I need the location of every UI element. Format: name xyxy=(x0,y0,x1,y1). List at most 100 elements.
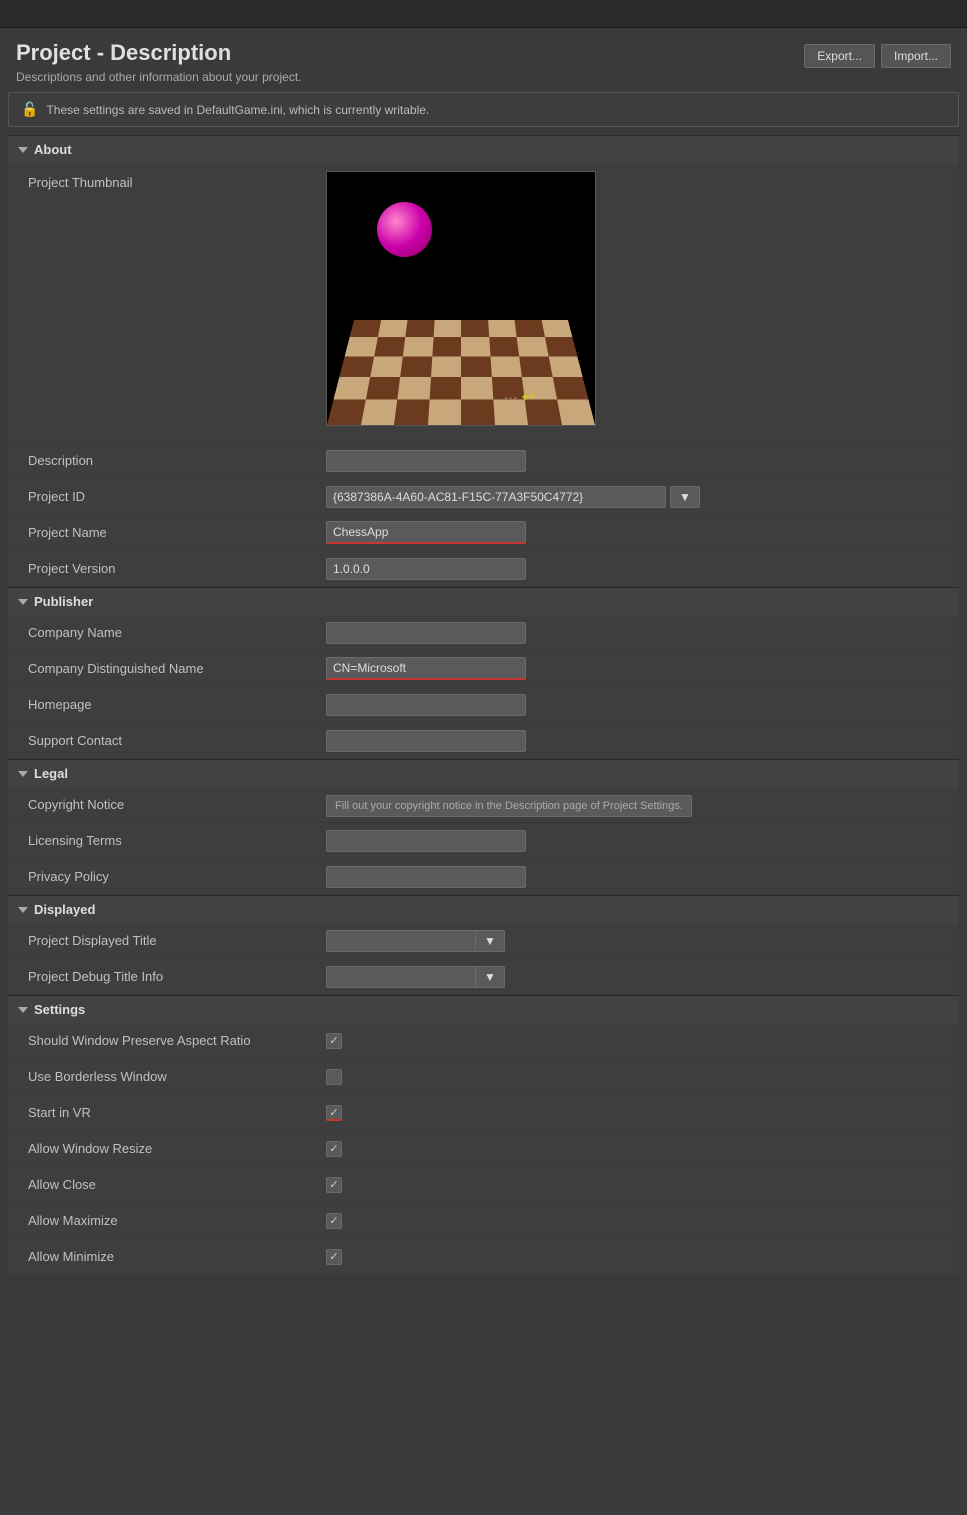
allow-maximize-label: Allow Maximize xyxy=(8,1209,318,1232)
allow-maximize-checkbox[interactable] xyxy=(326,1213,342,1229)
thumbnail-content: ··· ↩ xyxy=(318,163,959,434)
allow-window-resize-checkbox-wrap xyxy=(326,1141,951,1157)
preserve-aspect-ratio-checkbox-wrap xyxy=(326,1033,951,1049)
section-displayed: Displayed Project Displayed Title ▼ Proj… xyxy=(8,895,959,995)
chess-cell xyxy=(552,377,588,400)
thumbnail-controls: ··· ↩ xyxy=(504,387,535,407)
chess-cell xyxy=(432,338,461,357)
section-publisher-body: Company Name Company Distinguished Name … xyxy=(8,615,959,759)
thumbnail-refresh-icon[interactable]: ↩ xyxy=(522,387,535,407)
section-settings-label: Settings xyxy=(34,1002,85,1017)
section-settings: Settings Should Window Preserve Aspect R… xyxy=(8,995,959,1275)
chess-cell xyxy=(365,377,400,400)
chess-cell xyxy=(377,320,407,337)
section-legal-header[interactable]: Legal xyxy=(8,760,959,787)
support-contact-input[interactable] xyxy=(326,730,526,752)
lock-icon: 🔓 xyxy=(21,101,38,118)
start-in-vr-checkbox[interactable] xyxy=(326,1105,342,1121)
description-value xyxy=(318,448,959,474)
thumbnail-dots-button[interactable]: ··· xyxy=(504,389,518,405)
thumbnail-row: Project Thumbnail xyxy=(8,163,959,443)
allow-minimize-checkbox[interactable] xyxy=(326,1249,342,1265)
section-publisher-header[interactable]: Publisher xyxy=(8,588,959,615)
thumbnail-image[interactable]: ··· ↩ xyxy=(326,171,596,426)
company-name-input[interactable] xyxy=(326,622,526,644)
section-about-header[interactable]: About xyxy=(8,136,959,163)
start-in-vr-value xyxy=(318,1103,959,1123)
project-debug-title-value: ▼ xyxy=(318,964,959,990)
chess-cell xyxy=(461,400,495,425)
company-name-label: Company Name xyxy=(8,621,318,644)
preserve-aspect-ratio-checkbox[interactable] xyxy=(326,1033,342,1049)
project-name-input[interactable] xyxy=(326,521,526,544)
chess-cell xyxy=(429,377,461,400)
homepage-row: Homepage xyxy=(8,687,959,723)
borderless-window-label: Use Borderless Window xyxy=(8,1065,318,1088)
privacy-policy-input[interactable] xyxy=(326,866,526,888)
homepage-input[interactable] xyxy=(326,694,526,716)
project-id-wrap: ▼ xyxy=(326,486,951,508)
project-id-dropdown[interactable]: ▼ xyxy=(670,486,700,508)
import-button[interactable]: Import... xyxy=(881,44,951,68)
section-about-label: About xyxy=(34,142,72,157)
licensing-terms-value xyxy=(318,828,959,854)
chess-cell xyxy=(514,320,544,337)
project-displayed-title-row: Project Displayed Title ▼ xyxy=(8,923,959,959)
copyright-notice-row: Copyright Notice Fill out your copyright… xyxy=(8,787,959,823)
project-debug-title-select-wrap: ▼ xyxy=(326,966,951,988)
project-debug-title-dropdown[interactable]: ▼ xyxy=(476,966,505,988)
copyright-notice-label: Copyright Notice xyxy=(8,793,318,816)
allow-window-resize-checkbox[interactable] xyxy=(326,1141,342,1157)
allow-window-resize-label: Allow Window Resize xyxy=(8,1137,318,1160)
project-id-input[interactable] xyxy=(326,486,666,508)
allow-window-resize-value xyxy=(318,1139,959,1159)
section-legal: Legal Copyright Notice Fill out your cop… xyxy=(8,759,959,895)
project-version-row: Project Version xyxy=(8,551,959,587)
chess-cell xyxy=(374,338,406,357)
privacy-policy-label: Privacy Policy xyxy=(8,865,318,888)
chess-cell xyxy=(461,320,489,337)
licensing-terms-row: Licensing Terms xyxy=(8,823,959,859)
project-debug-title-input[interactable] xyxy=(326,966,476,988)
page-title-section: Project - Description Descriptions and o… xyxy=(16,40,302,84)
page-subtitle: Descriptions and other information about… xyxy=(16,70,302,84)
chess-cell xyxy=(400,357,432,378)
support-contact-label: Support Contact xyxy=(8,729,318,752)
project-displayed-title-select-wrap: ▼ xyxy=(326,930,951,952)
project-displayed-title-input[interactable] xyxy=(326,930,476,952)
project-displayed-title-dropdown[interactable]: ▼ xyxy=(476,930,505,952)
licensing-terms-input[interactable] xyxy=(326,830,526,852)
project-name-value xyxy=(318,519,959,546)
section-displayed-arrow xyxy=(18,907,28,913)
borderless-window-checkbox[interactable] xyxy=(326,1069,342,1085)
copyright-notice-value: Fill out your copyright notice in the De… xyxy=(318,795,959,814)
project-version-input[interactable] xyxy=(326,558,526,580)
chess-cell xyxy=(557,400,595,425)
allow-close-value xyxy=(318,1175,959,1195)
allow-close-checkbox[interactable] xyxy=(326,1177,342,1193)
project-id-value: ▼ xyxy=(318,484,959,510)
borderless-window-checkbox-wrap xyxy=(326,1069,951,1085)
description-input[interactable] xyxy=(326,450,526,472)
section-displayed-header[interactable]: Displayed xyxy=(8,896,959,923)
export-button[interactable]: Export... xyxy=(804,44,875,68)
section-legal-arrow xyxy=(18,771,28,777)
project-name-row: Project Name xyxy=(8,515,959,551)
project-debug-title-row: Project Debug Title Info ▼ xyxy=(8,959,959,995)
section-about: About Project Thumbnail xyxy=(8,135,959,587)
section-settings-header[interactable]: Settings xyxy=(8,996,959,1023)
chess-cell xyxy=(519,357,552,378)
chess-cell xyxy=(517,338,549,357)
company-distinguished-name-label: Company Distinguished Name xyxy=(8,657,318,680)
chess-cell xyxy=(433,320,461,337)
project-id-label: Project ID xyxy=(8,485,318,508)
chess-cell xyxy=(428,400,462,425)
chess-cell xyxy=(489,338,519,357)
support-contact-value xyxy=(318,728,959,754)
content: About Project Thumbnail xyxy=(0,135,967,1291)
chess-cell xyxy=(327,400,365,425)
allow-minimize-checkbox-wrap xyxy=(326,1249,951,1265)
borderless-window-row: Use Borderless Window xyxy=(8,1059,959,1095)
company-distinguished-name-input[interactable] xyxy=(326,657,526,680)
copyright-notice-text: Fill out your copyright notice in the De… xyxy=(326,795,692,817)
